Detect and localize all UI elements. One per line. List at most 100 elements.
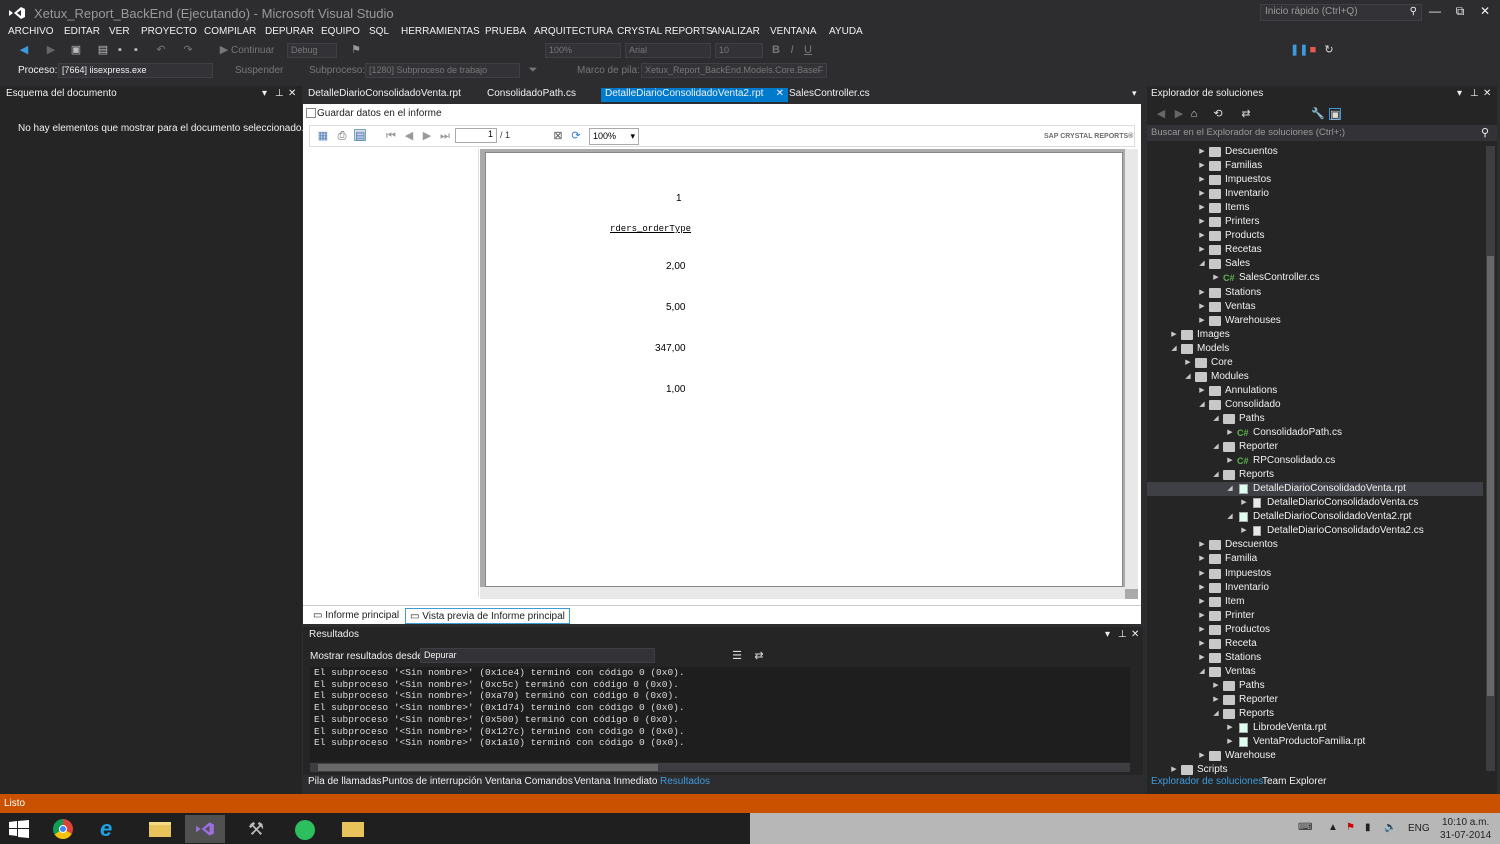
tree-item[interactable]: ▶ DetalleDiarioConsolidadoVenta.cs [1147, 496, 1483, 510]
tab-team-explorer[interactable]: Team Explorer [1262, 776, 1326, 787]
expand-arrow-icon[interactable]: ▶ [1197, 538, 1207, 552]
tree-item[interactable]: ▶ VentaProductoFamilia.rpt [1147, 735, 1483, 749]
tree-item[interactable]: ◢ Reports [1147, 468, 1483, 482]
expand-arrow-icon[interactable]: ▶ [1197, 243, 1207, 257]
pin-icon[interactable]: ⊥ [1118, 629, 1127, 640]
tree-item[interactable]: ▶ Printer [1147, 609, 1483, 623]
tab-detalle-venta2-rpt[interactable]: DetalleDiarioConsolidadoVenta2.rpt ✕ [601, 88, 788, 102]
dropdown-icon[interactable]: ▾ [262, 88, 267, 99]
media-player-taskbar-icon[interactable] [285, 815, 325, 843]
expand-arrow-icon[interactable]: ▶ [1225, 721, 1235, 735]
expand-arrow-icon[interactable]: ▶ [1197, 651, 1207, 665]
stop-icon[interactable]: ■ [1307, 44, 1319, 56]
collapse-arrow-icon[interactable]: ◢ [1183, 370, 1193, 384]
restart-icon[interactable]: ↻ [1323, 44, 1335, 56]
last-page-icon[interactable]: ⏭ [439, 130, 451, 142]
preview-icon[interactable]: ▣ [1329, 108, 1341, 121]
attach-icon[interactable]: ⚑ [350, 44, 362, 56]
tree-item[interactable]: ▶ Impuestos [1147, 173, 1483, 187]
dropdown-icon[interactable]: ▾ [1105, 629, 1110, 640]
expand-arrow-icon[interactable]: ▶ [1211, 679, 1221, 693]
group-tree-icon[interactable]: ▤ [354, 129, 366, 142]
expand-arrow-icon[interactable]: ▶ [1197, 159, 1207, 173]
tab-command-window[interactable]: Ventana Comandos [485, 776, 573, 787]
visual-studio-taskbar-icon[interactable] [185, 815, 225, 843]
tree-item[interactable]: ◢ DetalleDiarioConsolidadoVenta.rpt [1147, 482, 1483, 497]
menu-herramientas[interactable]: HERRAMIENTAS [401, 26, 480, 37]
pin-icon[interactable]: ⊥ [275, 88, 284, 99]
tree-item[interactable]: ▶ Reporter [1147, 693, 1483, 707]
suspend-button[interactable]: Suspender [235, 65, 283, 76]
redo-icon[interactable]: ↷ [182, 44, 194, 56]
word-wrap-icon[interactable]: ⇄ [753, 650, 765, 662]
tree-item[interactable]: ▶ Familias [1147, 159, 1483, 173]
tree-item[interactable]: ◢ Models [1147, 342, 1483, 356]
close-panel-icon[interactable]: ✕ [1131, 629, 1139, 640]
menu-equipo[interactable]: EQUIPO [321, 26, 360, 37]
prev-page-icon[interactable]: ◀ [403, 130, 415, 142]
undo-icon[interactable]: ↶ [155, 44, 167, 56]
collapse-arrow-icon[interactable]: ◢ [1169, 342, 1179, 356]
process-select[interactable]: [7664] iisexpress.exe [58, 63, 213, 78]
back-icon[interactable]: ◀ [1155, 108, 1167, 120]
output-source-select[interactable]: Depurar [420, 648, 655, 663]
tree-item[interactable]: ◢ Consolidado [1147, 398, 1483, 412]
expand-arrow-icon[interactable]: ▶ [1211, 271, 1221, 285]
tab-detalle-venta-rpt[interactable]: DetalleDiarioConsolidadoVenta.rpt [304, 88, 465, 102]
folder-taskbar-icon[interactable] [333, 815, 373, 843]
menu-depurar[interactable]: DEPURAR [265, 26, 314, 37]
output-horizontal-scrollbar[interactable] [310, 763, 1130, 772]
play-icon[interactable]: ▶ [218, 44, 230, 56]
menu-editar[interactable]: EDITAR [64, 26, 100, 37]
restore-button[interactable]: ⧉ [1449, 4, 1471, 20]
close-panel-icon[interactable]: ✕ [1483, 88, 1491, 99]
tree-item[interactable]: ▶ Items [1147, 201, 1483, 215]
menu-proyecto[interactable]: PROYECTO [141, 26, 197, 37]
menu-ventana[interactable]: VENTANA [770, 26, 817, 37]
explorer-search-input[interactable]: Buscar en el Explorador de soluciones (C… [1147, 125, 1497, 141]
vertical-scrollbar[interactable] [1125, 149, 1138, 589]
expand-arrow-icon[interactable]: ▶ [1169, 328, 1179, 342]
expand-arrow-icon[interactable]: ▶ [1197, 145, 1207, 159]
expand-arrow-icon[interactable]: ▶ [1197, 552, 1207, 566]
tab-call-stack[interactable]: Pila de llamadas [308, 776, 381, 787]
save-all-icon[interactable]: ▪ [130, 44, 142, 56]
show-hidden-icons-icon[interactable]: ▲ [1328, 822, 1338, 833]
expand-arrow-icon[interactable]: ▶ [1197, 595, 1207, 609]
tree-item[interactable]: ▶ Descuentos [1147, 145, 1483, 159]
tab-main-report-preview[interactable]: ▭ Vista previa de Informe principal [405, 608, 570, 624]
output-text-area[interactable]: El subproceso '<Sin nombre>' (0x1ce4) te… [310, 667, 1130, 762]
sync-icon[interactable]: ⟲ [1212, 108, 1224, 120]
new-project-icon[interactable]: ▣ [70, 44, 82, 56]
close-button[interactable]: ✕ [1474, 4, 1496, 20]
config-select[interactable]: Debug [287, 43, 337, 58]
windows-start-icon[interactable] [9, 820, 29, 838]
collapse-arrow-icon[interactable]: ◢ [1211, 707, 1221, 721]
home-icon[interactable]: ⌂ [1188, 108, 1200, 120]
tab-breakpoints[interactable]: Puntos de interrupción [382, 776, 482, 787]
font-select[interactable]: Arial [625, 43, 711, 58]
tree-item[interactable]: ▶ Annulations [1147, 384, 1483, 398]
tree-item[interactable]: ▶ LibrodeVenta.rpt [1147, 721, 1483, 735]
language-indicator[interactable]: ENG [1408, 823, 1430, 834]
print-icon[interactable]: ⎙ [336, 130, 348, 142]
tab-sales-controller[interactable]: SalesController.cs [785, 88, 874, 102]
page-number-input[interactable]: 1 [455, 128, 497, 143]
forward-icon[interactable]: ▶ [1173, 108, 1185, 120]
tree-item[interactable]: ▶ Printers [1147, 215, 1483, 229]
tab-immediate-window[interactable]: Ventana Inmediato [574, 776, 657, 787]
expand-arrow-icon[interactable]: ▶ [1239, 496, 1249, 510]
expand-arrow-icon[interactable]: ▶ [1197, 286, 1207, 300]
tree-item[interactable]: ▶ Paths [1147, 679, 1483, 693]
tree-item[interactable]: ◢ Sales [1147, 257, 1483, 271]
filter-icon[interactable]: ⏷ [527, 64, 539, 76]
expand-arrow-icon[interactable]: ▶ [1197, 187, 1207, 201]
tree-item[interactable]: ▶ C# RPConsolidado.cs [1147, 454, 1483, 468]
back-icon[interactable]: ◀ [18, 44, 30, 56]
properties-icon[interactable]: 🔧 [1311, 108, 1325, 120]
expand-arrow-icon[interactable]: ▶ [1197, 201, 1207, 215]
tree-item[interactable]: ▶ DetalleDiarioConsolidadoVenta2.cs [1147, 524, 1483, 538]
horizontal-scrollbar[interactable] [480, 587, 1125, 599]
collapse-arrow-icon[interactable]: ◢ [1211, 440, 1221, 454]
dropdown-icon[interactable]: ▾ [1457, 88, 1462, 99]
